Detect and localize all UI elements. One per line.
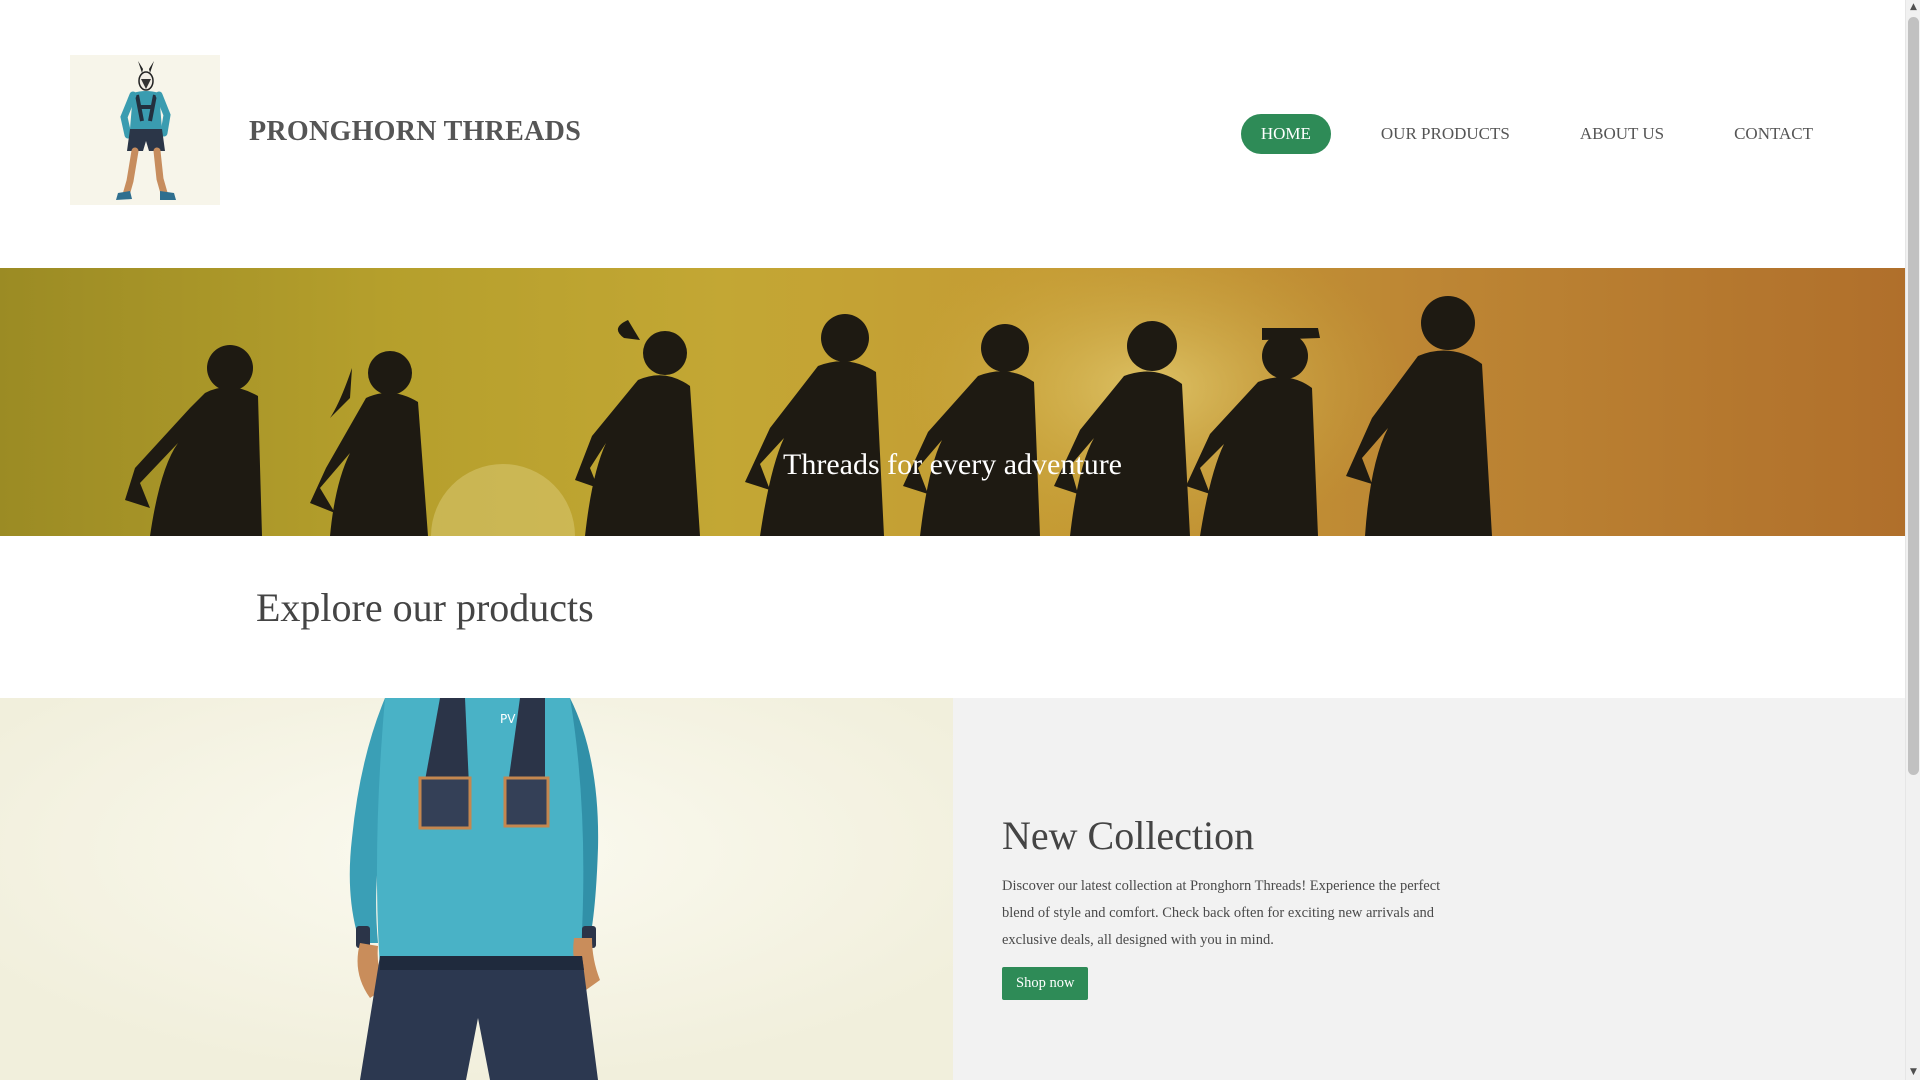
featured-product-image: PV (0, 698, 953, 1080)
vertical-scrollbar[interactable]: ▲ ▼ (1905, 0, 1920, 1080)
scroll-up-arrow-icon[interactable]: ▲ (1906, 0, 1920, 15)
logo-image[interactable] (70, 55, 220, 205)
runner-vest-image: PV (0, 698, 953, 1080)
nav-home[interactable]: HOME (1240, 114, 1331, 154)
scroll-down-arrow-icon[interactable]: ▼ (1906, 1065, 1920, 1080)
nav-contact[interactable]: CONTACT (1714, 114, 1833, 154)
hero-tagline: Threads for every adventure (783, 448, 1122, 481)
pronghorn-runner-logo (70, 55, 220, 205)
shop-now-button[interactable]: Shop now (1002, 967, 1089, 1000)
nav-our-products[interactable]: OUR PRODUCTS (1361, 114, 1530, 154)
featured-product-panel: New Collection Discover our latest colle… (953, 698, 1905, 1080)
runners-silhouette-image (125, 268, 1492, 536)
main-nav: HOME OUR PRODUCTS ABOUT US CONTACT (1211, 114, 1833, 154)
explore-products-heading: Explore our products (256, 585, 594, 630)
new-collection-heading: New Collection (1002, 813, 1255, 858)
page: PRONGHORN THREADS HOME OUR PRODUCTS ABOU… (0, 0, 1905, 1080)
brand-name[interactable]: PRONGHORN THREADS (249, 116, 581, 148)
hero-banner: Threads for every adventure (0, 268, 1905, 536)
scrollbar-thumb[interactable] (1908, 17, 1919, 775)
svg-text:PV: PV (500, 712, 516, 726)
site-header: PRONGHORN THREADS HOME OUR PRODUCTS ABOU… (0, 0, 1905, 268)
new-collection-description: Discover our latest collection at Prongh… (1002, 878, 1441, 948)
nav-about-us[interactable]: ABOUT US (1560, 114, 1684, 154)
